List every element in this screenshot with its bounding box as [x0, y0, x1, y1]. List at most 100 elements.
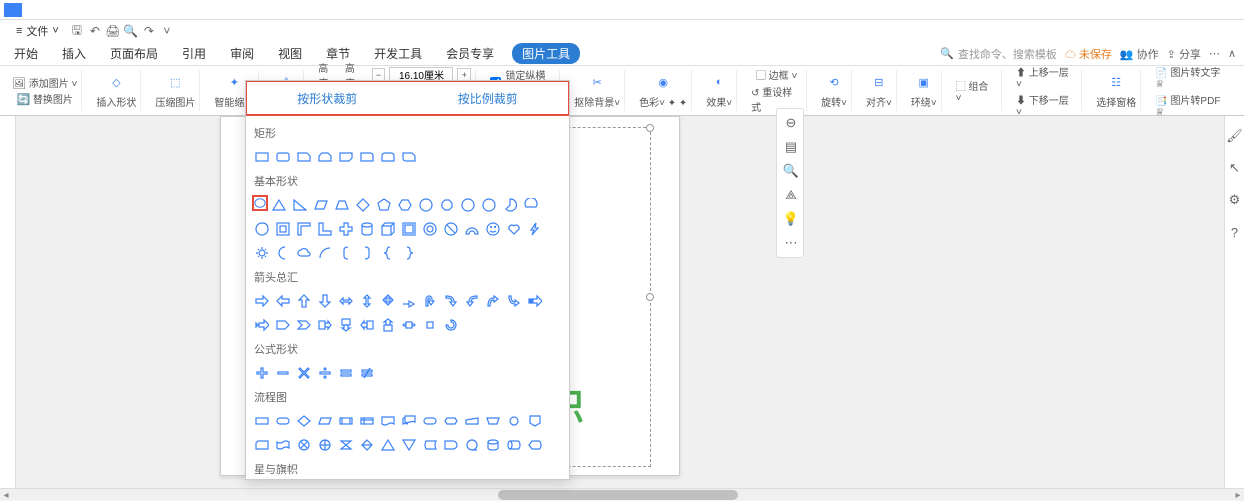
combine-button[interactable]: ⬚ 组合 ˅: [956, 78, 997, 104]
shape-moon[interactable]: [275, 245, 291, 261]
shape-plus-sign[interactable]: [254, 365, 270, 381]
shape-flow-or[interactable]: [317, 437, 333, 453]
shape-flow-direct[interactable]: [506, 437, 522, 453]
horizontal-scrollbar[interactable]: ◂ ▸: [0, 488, 1244, 500]
shape-flow-multidoc[interactable]: [401, 413, 417, 429]
shape-arrow-callout-l[interactable]: [359, 317, 375, 333]
crop-by-shape-tab[interactable]: 按形状裁剪: [247, 90, 408, 107]
search-box[interactable]: 🔍 查找命令、搜索模板: [940, 46, 1057, 62]
shape-flow-junction[interactable]: [296, 437, 312, 453]
shape-flow-prep[interactable]: [443, 413, 459, 429]
print-icon[interactable]: 🖨: [105, 23, 121, 39]
collab-button[interactable]: 👥 协作: [1120, 46, 1159, 62]
pic-to-text-button[interactable]: 📄 图片转文字 ♕: [1155, 64, 1232, 90]
shape-flow-document[interactable]: [380, 413, 396, 429]
shape-arrow-bent[interactable]: [401, 293, 417, 309]
shape-flow-connector[interactable]: [506, 413, 522, 429]
shape-lightning[interactable]: [527, 221, 543, 237]
shape-flow-collate[interactable]: [338, 437, 354, 453]
shape-bracket-l[interactable]: [338, 245, 354, 261]
shape-flow-display[interactable]: [527, 437, 543, 453]
shape-arc[interactable]: [317, 245, 333, 261]
shape-hexagon[interactable]: [397, 197, 413, 213]
shape-roundsnip[interactable]: [401, 149, 417, 165]
rs-settings-icon[interactable]: ⚙: [1227, 192, 1243, 208]
shape-round-rect[interactable]: [275, 149, 291, 165]
shape-arrow-curved-l[interactable]: [464, 293, 480, 309]
shape-arrow-callout-u[interactable]: [380, 317, 396, 333]
shape-brace-r[interactable]: [401, 245, 417, 261]
shape-bracket-r[interactable]: [359, 245, 375, 261]
shape-cube[interactable]: [380, 221, 396, 237]
tab-layout[interactable]: 页面布局: [104, 43, 164, 64]
shape-flow-sort[interactable]: [359, 437, 375, 453]
undo-icon[interactable]: ↶: [87, 23, 103, 39]
more-icon[interactable]: ⋯: [1209, 47, 1220, 60]
shape-parallelogram[interactable]: [313, 197, 329, 213]
rs-brush-icon[interactable]: 🖌: [1227, 128, 1243, 144]
pic-to-pdf-button[interactable]: 📑 图片转PDF ♕: [1155, 92, 1232, 118]
add-pic-button[interactable]: 🖼 添加图片 ˅: [12, 75, 77, 90]
shape-arrow-u[interactable]: [296, 293, 312, 309]
shape-dodecagon[interactable]: [481, 197, 497, 213]
rs-help-icon[interactable]: ?: [1227, 224, 1243, 240]
qat-dropdown-icon[interactable]: ˅: [159, 23, 175, 39]
shape-arrow-lr[interactable]: [338, 293, 354, 309]
shape-flow-manual-input[interactable]: [464, 413, 480, 429]
shape-cloud[interactable]: [296, 245, 312, 261]
shape-triangle[interactable]: [271, 197, 287, 213]
shape-chord[interactable]: [523, 197, 539, 213]
shape-arrow-curved-d[interactable]: [506, 293, 522, 309]
shape-arrow-notched[interactable]: [254, 317, 270, 333]
shape-flow-delay[interactable]: [443, 437, 459, 453]
shape-teardrop[interactable]: [254, 221, 270, 237]
sel-pane-button[interactable]: 选择窗格: [1096, 94, 1136, 109]
shape-arrow-callout-quad[interactable]: [422, 317, 438, 333]
scroll-right-arrow[interactable]: ▸: [1232, 489, 1244, 501]
align-button[interactable]: 对齐˅: [866, 94, 892, 109]
shape-arrow-circular[interactable]: [443, 317, 459, 333]
shape-notequal-sign[interactable]: [359, 365, 375, 381]
shape-arrow-d[interactable]: [317, 293, 333, 309]
shape-flow-extract[interactable]: [380, 437, 396, 453]
shape-arrow-l[interactable]: [275, 293, 291, 309]
shape-pentagon[interactable]: [376, 197, 392, 213]
down-layer-button[interactable]: ⬇ 下移一层 ˅: [1016, 92, 1077, 118]
shape-flow-magnetic[interactable]: [485, 437, 501, 453]
up-layer-button[interactable]: ⬆ 上移一层 ˅: [1016, 64, 1077, 90]
scroll-thumb[interactable]: [498, 490, 738, 500]
shape-multiply-sign[interactable]: [296, 365, 312, 381]
shape-flow-manual-op[interactable]: [485, 413, 501, 429]
shape-arrow-chevron[interactable]: [296, 317, 312, 333]
shape-diamond[interactable]: [355, 197, 371, 213]
tab-review[interactable]: 审阅: [224, 43, 260, 64]
shape-sun[interactable]: [254, 245, 270, 261]
shape-plus[interactable]: [338, 221, 354, 237]
shape-pie[interactable]: [502, 197, 518, 213]
shape-arrow-uturn[interactable]: [422, 293, 438, 309]
wrap-button[interactable]: 环绕˅: [911, 94, 937, 109]
preview-icon[interactable]: 🔍: [123, 23, 139, 39]
shape-noentry[interactable]: [443, 221, 459, 237]
shape-flow-alt[interactable]: [275, 413, 291, 429]
shape-arrow-quad[interactable]: [380, 293, 396, 309]
ft-zoom-icon[interactable]: 🔍: [781, 161, 801, 181]
shape-flow-internal[interactable]: [359, 413, 375, 429]
tab-ref[interactable]: 引用: [176, 43, 212, 64]
shape-trapezoid[interactable]: [334, 197, 350, 213]
shape-blockarc[interactable]: [464, 221, 480, 237]
effect-button[interactable]: 效果˅: [706, 94, 732, 109]
shape-donut[interactable]: [422, 221, 438, 237]
shape-flow-seqaccess[interactable]: [464, 437, 480, 453]
shape-arrow-ud[interactable]: [359, 293, 375, 309]
border-button[interactable]: ▢ 边框 ˅: [756, 67, 797, 82]
shape-heptagon[interactable]: [418, 197, 434, 213]
shape-arrow-r[interactable]: [254, 293, 270, 309]
shape-flow-terminator[interactable]: [422, 413, 438, 429]
shape-heart[interactable]: [506, 221, 522, 237]
shape-bevel[interactable]: [401, 221, 417, 237]
shape-snip3[interactable]: [338, 149, 354, 165]
shape-arrow-pentagon[interactable]: [275, 317, 291, 333]
shape-arrow-curved-u[interactable]: [485, 293, 501, 309]
shape-flow-decision[interactable]: [296, 413, 312, 429]
